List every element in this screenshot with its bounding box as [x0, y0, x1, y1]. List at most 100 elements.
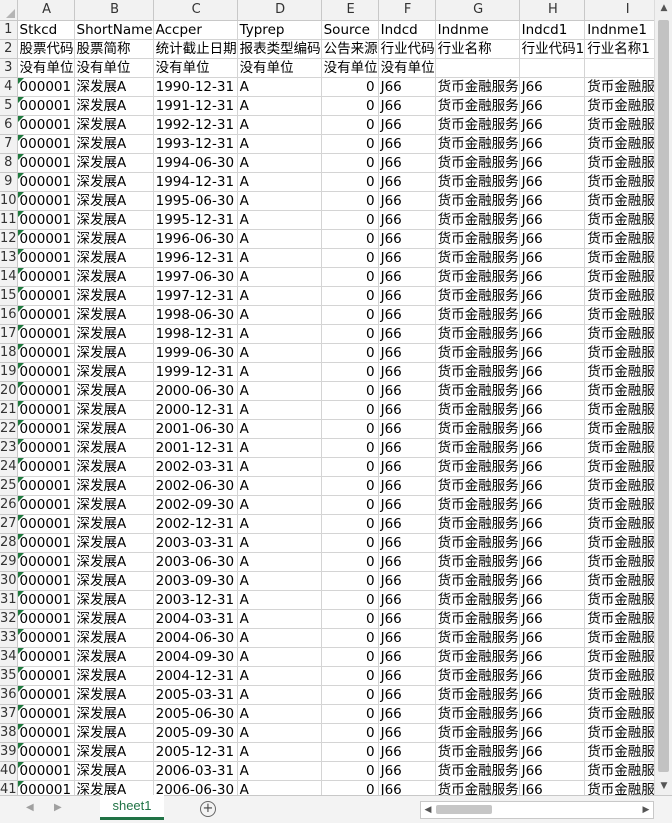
row-number[interactable]: 26	[0, 495, 18, 515]
cell-accper[interactable]: 2001-06-30	[153, 419, 238, 439]
cell-indcd[interactable]: J66	[378, 685, 436, 705]
cell-indcd[interactable]: J66	[378, 552, 436, 572]
column-header[interactable]: A	[17, 0, 75, 21]
cell-typrep[interactable]: A	[237, 229, 322, 249]
cell-indnme[interactable]: 货币金融服务	[435, 590, 520, 610]
cell-indcd1[interactable]: J66	[519, 704, 586, 724]
cell-accper[interactable]: 2003-12-31	[153, 590, 238, 610]
cell-stkcd[interactable]: 000001	[17, 153, 75, 173]
cell-stkcd[interactable]: 000001	[17, 666, 75, 686]
cell-indcd[interactable]: J66	[378, 191, 436, 211]
cell-indcd1[interactable]: J66	[519, 742, 586, 762]
cell-stkcd[interactable]: 000001	[17, 362, 75, 382]
cell-indcd1[interactable]: J66	[519, 780, 586, 795]
cell-name[interactable]: 深发展A	[74, 419, 154, 439]
cell-source[interactable]: 0	[321, 343, 379, 363]
cell-indnme[interactable]: 货币金融服务	[435, 134, 520, 154]
cell-accper[interactable]: 1997-12-31	[153, 286, 238, 306]
cell-typrep[interactable]: A	[237, 666, 322, 686]
cell-indcd1[interactable]: J66	[519, 647, 586, 667]
cell-stkcd[interactable]: 000001	[17, 761, 75, 781]
cell-typrep[interactable]: A	[237, 172, 322, 192]
cell-indnme1[interactable]: 货币金融服务	[584, 286, 654, 306]
cell-stkcd[interactable]: 000001	[17, 343, 75, 363]
cell-indnme1[interactable]: 货币金融服务	[584, 248, 654, 268]
scroll-up-arrow-icon[interactable]: ▲	[655, 0, 672, 17]
cell-name[interactable]: 深发展A	[74, 267, 154, 287]
cell-name[interactable]: 深发展A	[74, 381, 154, 401]
cell-indnme[interactable]: 货币金融服务	[435, 571, 520, 591]
cell-source[interactable]: 0	[321, 324, 379, 344]
cell-accper[interactable]: 2003-06-30	[153, 552, 238, 572]
cell-name[interactable]: 深发展A	[74, 96, 154, 116]
cell-name[interactable]: 深发展A	[74, 552, 154, 572]
cell-indcd[interactable]: J66	[378, 590, 436, 610]
cell-typrep[interactable]: A	[237, 552, 322, 572]
cell-indcd1[interactable]: J66	[519, 210, 586, 230]
cell-indnme1[interactable]: 货币金融服务	[584, 400, 654, 420]
cell-indcd1[interactable]: J66	[519, 609, 586, 629]
cell-source[interactable]: 0	[321, 77, 379, 97]
cell-typrep[interactable]: A	[237, 704, 322, 724]
cell-indcd[interactable]: J66	[378, 742, 436, 762]
cell-indnme[interactable]: 货币金融服务	[435, 742, 520, 762]
cell-stkcd[interactable]: 000001	[17, 115, 75, 135]
cell-source[interactable]: 0	[321, 704, 379, 724]
cell-typrep[interactable]: A	[237, 286, 322, 306]
cell-accper[interactable]: 2002-12-31	[153, 514, 238, 534]
cell[interactable]: Indcd1	[519, 20, 586, 40]
row-number[interactable]: 38	[0, 723, 18, 743]
cell-stkcd[interactable]: 000001	[17, 514, 75, 534]
cell-name[interactable]: 深发展A	[74, 609, 154, 629]
cell-typrep[interactable]: A	[237, 191, 322, 211]
cell-indnme[interactable]: 货币金融服务	[435, 761, 520, 781]
row-number[interactable]: 17	[0, 324, 18, 344]
cell-indnme[interactable]: 货币金融服务	[435, 514, 520, 534]
cell-name[interactable]: 深发展A	[74, 191, 154, 211]
cell-typrep[interactable]: A	[237, 153, 322, 173]
cell-stkcd[interactable]: 000001	[17, 609, 75, 629]
cell-accper[interactable]: 1995-12-31	[153, 210, 238, 230]
cell-indcd[interactable]: J66	[378, 628, 436, 648]
cell-typrep[interactable]: A	[237, 723, 322, 743]
cell-name[interactable]: 深发展A	[74, 134, 154, 154]
cell-name[interactable]: 深发展A	[74, 685, 154, 705]
cell-stkcd[interactable]: 000001	[17, 590, 75, 610]
cell-accper[interactable]: 1990-12-31	[153, 77, 238, 97]
horizontal-scrollbar[interactable]: ◀ ▶	[420, 801, 654, 819]
cell-indnme[interactable]: 货币金融服务	[435, 552, 520, 572]
cell-name[interactable]: 深发展A	[74, 115, 154, 135]
horizontal-scroll-thumb[interactable]	[436, 805, 492, 814]
cell-accper[interactable]: 2005-09-30	[153, 723, 238, 743]
cell-indcd1[interactable]: J66	[519, 115, 586, 135]
cell-indnme1[interactable]: 货币金融服务	[584, 229, 654, 249]
row-number[interactable]: 40	[0, 761, 18, 781]
row-number[interactable]: 37	[0, 704, 18, 724]
cell-indnme1[interactable]: 货币金融服务	[584, 723, 654, 743]
cell-indcd1[interactable]: J66	[519, 723, 586, 743]
cell-typrep[interactable]: A	[237, 115, 322, 135]
cell-indnme1[interactable]: 货币金融服务	[584, 495, 654, 515]
cell[interactable]: 没有单位	[237, 58, 322, 78]
cell-accper[interactable]: 2002-03-31	[153, 457, 238, 477]
cell-typrep[interactable]: A	[237, 761, 322, 781]
vertical-scroll-thumb[interactable]	[658, 20, 669, 772]
cell-stkcd[interactable]: 000001	[17, 248, 75, 268]
cell-accper[interactable]: 2006-06-30	[153, 780, 238, 795]
cell-indcd1[interactable]: J66	[519, 438, 586, 458]
cell-indcd1[interactable]: J66	[519, 761, 586, 781]
row-number[interactable]: 22	[0, 419, 18, 439]
cell-accper[interactable]: 2005-03-31	[153, 685, 238, 705]
cell-stkcd[interactable]: 000001	[17, 172, 75, 192]
cell-indnme[interactable]: 货币金融服务	[435, 96, 520, 116]
cell-typrep[interactable]: A	[237, 457, 322, 477]
cell-typrep[interactable]: A	[237, 495, 322, 515]
cell-typrep[interactable]: A	[237, 533, 322, 553]
cell-indnme[interactable]: 货币金融服务	[435, 400, 520, 420]
cell-indnme1[interactable]: 货币金融服务	[584, 381, 654, 401]
cell-stkcd[interactable]: 000001	[17, 723, 75, 743]
cell-indnme1[interactable]: 货币金融服务	[584, 571, 654, 591]
cell-indcd[interactable]: J66	[378, 476, 436, 496]
cell-name[interactable]: 深发展A	[74, 305, 154, 325]
cell-indcd[interactable]: J66	[378, 343, 436, 363]
